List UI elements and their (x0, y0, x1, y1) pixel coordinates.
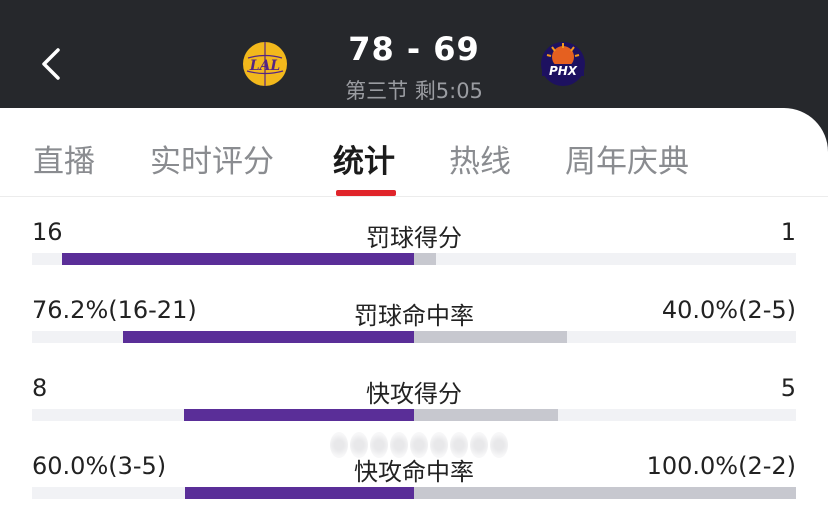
stat-left-value: 16 (32, 218, 63, 246)
stat-bar-home (61, 253, 414, 265)
stat-row-free-throw-points: 16 罚球得分 1 (0, 218, 828, 288)
game-header: LAL 78 - 69 第三节 剩5:05 PHX (0, 0, 828, 108)
stat-bar-home (122, 331, 414, 343)
stat-label: 罚球得分 (366, 224, 462, 252)
active-tab-indicator (336, 190, 396, 196)
stats-panel: 直播 实时评分 统计 热线 周年庆典 16 罚球得分 1 76.2%(16-21) 罚球… (0, 108, 828, 499)
stat-right-value: 1 (780, 218, 796, 246)
stat-label: 快攻得分 (366, 380, 462, 408)
tab-stats[interactable]: 统计 (333, 136, 395, 181)
stat-left-value: 8 (32, 374, 48, 402)
tab-live[interactable]: 直播 (33, 136, 95, 181)
back-arrow-icon[interactable] (38, 44, 66, 84)
svg-text:PHX: PHX (549, 64, 578, 78)
stat-label: 罚球命中率 (354, 302, 474, 330)
stat-bar-track (32, 331, 796, 343)
loading-indicator (330, 432, 508, 458)
stat-bar-away (414, 331, 567, 343)
stat-bar-track (32, 253, 796, 265)
game-period-clock: 第三节 剩5:05 (345, 79, 483, 103)
stat-bar-away (414, 487, 796, 499)
suns-logo-icon[interactable]: PHX (540, 41, 586, 87)
stat-bar-away (414, 253, 437, 265)
game-score: 78 - 69 (348, 30, 480, 68)
stat-right-value: 40.0%(2-5) (661, 296, 796, 324)
stat-left-value: 76.2%(16-21) (32, 296, 197, 324)
stat-row-fastbreak-pct: 60.0%(3-5) 快攻命中率 100.0%(2-2) (0, 452, 828, 522)
stat-left-value: 60.0%(3-5) (32, 452, 167, 480)
stat-bar-track (32, 409, 796, 421)
tab-anniversary[interactable]: 周年庆典 (565, 136, 689, 181)
tab-bar: 直播 实时评分 统计 热线 周年庆典 (0, 108, 828, 197)
stat-right-value: 5 (780, 374, 796, 402)
tab-hotline[interactable]: 热线 (449, 136, 511, 181)
svg-text:LAL: LAL (249, 58, 281, 74)
stat-bar-track (32, 487, 796, 499)
stat-bar-home (183, 409, 414, 421)
lakers-logo-icon[interactable]: LAL (242, 41, 288, 87)
stat-right-value: 100.0%(2-2) (646, 452, 796, 480)
stat-row-free-throw-pct: 76.2%(16-21) 罚球命中率 40.0%(2-5) (0, 296, 828, 366)
stat-bar-away (414, 409, 558, 421)
tab-live-ratings[interactable]: 实时评分 (150, 136, 274, 181)
stat-bar-home (184, 487, 414, 499)
